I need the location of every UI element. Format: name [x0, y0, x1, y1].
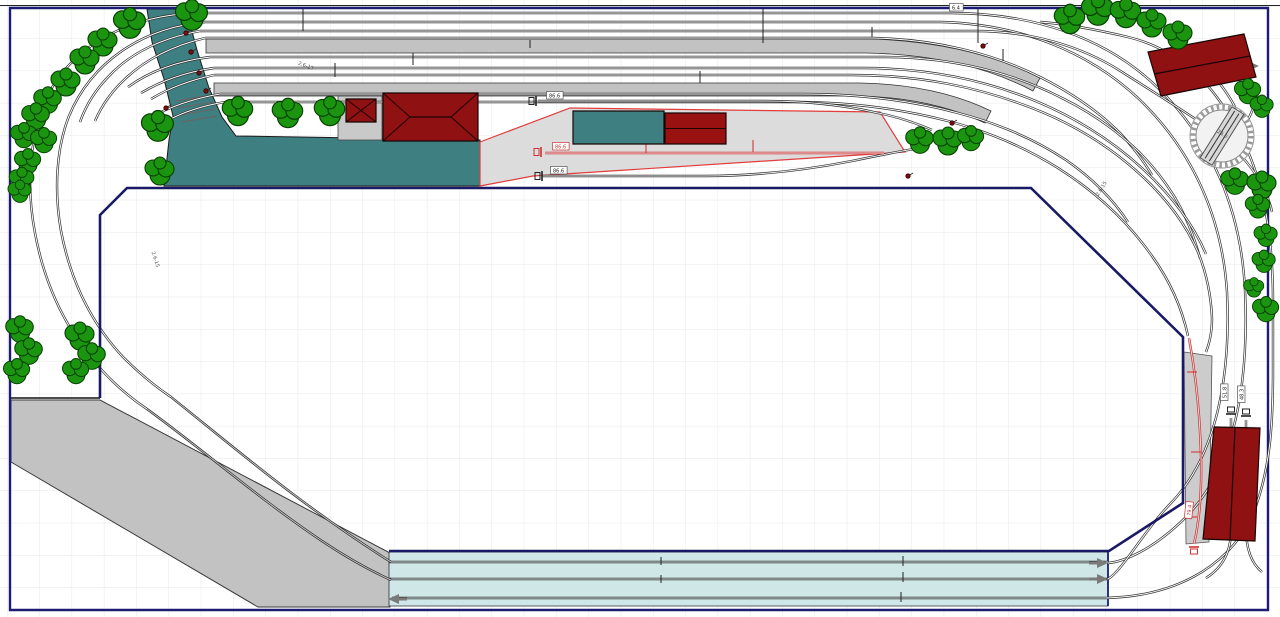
- station-building[interactable]: [383, 93, 478, 141]
- measure-label: 48.3: [1238, 386, 1246, 403]
- measure-label-text: 48.3: [1240, 389, 1246, 400]
- measure-label-text: 86.6: [549, 94, 560, 100]
- measure-label-text: 86.6: [555, 145, 566, 151]
- small-outbuilding[interactable]: [346, 99, 376, 122]
- measure-label-text: 6.4: [952, 6, 960, 12]
- goods-shed-teal[interactable]: [573, 111, 664, 144]
- measure-label: 86.6: [547, 92, 564, 100]
- track-plan-drawing: 86.686.686.66.451.848.379.423.02.6-152.6…: [0, 0, 1280, 617]
- measure-label-text: 51.8: [1223, 387, 1229, 398]
- measure-label-text: 79.4: [1187, 505, 1194, 517]
- measure-label: 86.6: [553, 143, 570, 151]
- measure-label: 6.4: [950, 4, 964, 12]
- measure-label: 51.8: [1221, 384, 1229, 401]
- measure-label-text: 86.6: [553, 169, 564, 175]
- track-plan-canvas[interactable]: 86.686.686.66.451.848.379.423.02.6-152.6…: [0, 0, 1280, 617]
- measure-label: 86.6: [551, 167, 568, 175]
- goods-shed-red[interactable]: [665, 113, 726, 144]
